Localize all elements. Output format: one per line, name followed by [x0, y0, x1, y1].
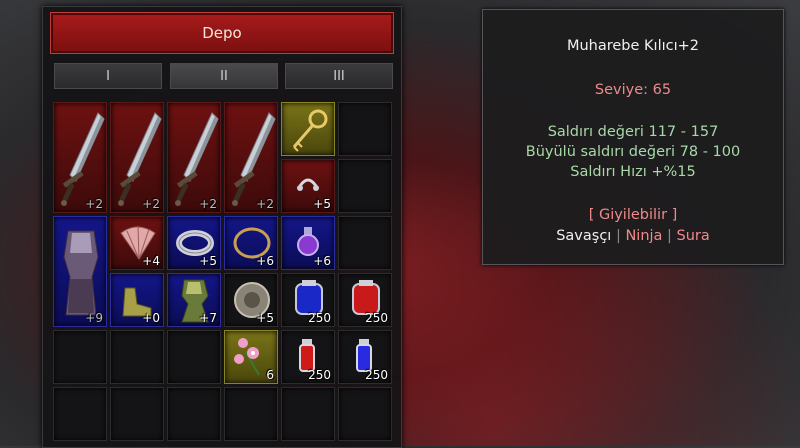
item-potion[interactable]: +6 [281, 216, 335, 270]
item-qty: 6 [266, 368, 274, 382]
item-qty: +2 [256, 197, 274, 211]
empty-slot[interactable] [338, 216, 392, 270]
key-icon [292, 109, 328, 152]
separator: | [667, 228, 672, 244]
item-potion[interactable]: 250 [281, 330, 335, 384]
item-shoes[interactable]: +0 [110, 273, 164, 327]
tooltip-level: Seviye: 65 [594, 82, 672, 98]
item-key[interactable] [281, 102, 335, 156]
item-qty: 250 [308, 368, 331, 382]
item-sword[interactable]: +2 [53, 102, 107, 213]
item-bracelet[interactable]: +5 [167, 216, 221, 270]
empty-slot[interactable] [224, 387, 278, 441]
item-sword[interactable]: +2 [110, 102, 164, 213]
tooltip-classes: Savaşçı | Ninja | Sura [483, 228, 783, 244]
class-sura: Sura [676, 228, 710, 244]
storage-title-bar[interactable]: Depo [50, 12, 394, 54]
item-qty: +5 [313, 197, 331, 211]
item-tooltip: Muharebe Kılıcı+2 Seviye: 65 Saldırı değ… [482, 9, 784, 265]
separator: | [615, 228, 621, 244]
empty-slot[interactable] [53, 330, 107, 384]
item-qty: +7 [199, 311, 217, 325]
tab-2[interactable]: II [170, 63, 278, 89]
storage-title: Depo [202, 24, 242, 42]
tooltip-speed: Saldırı Hızı +%15 [570, 164, 696, 180]
tooltip-item-name: Muharebe Kılıcı+2 [566, 38, 700, 54]
item-qty: 250 [365, 311, 388, 325]
empty-slot[interactable] [338, 102, 392, 156]
empty-slot[interactable] [53, 387, 107, 441]
storage-tabs: I II III [54, 63, 394, 89]
item-armor[interactable]: +9 [53, 216, 107, 327]
tooltip-magic-attack: Büyülü saldırı değeri 78 - 100 [525, 144, 741, 160]
empty-slot[interactable] [167, 387, 221, 441]
item-qty: +5 [256, 311, 274, 325]
empty-slot[interactable] [338, 387, 392, 441]
item-potion[interactable]: 250 [338, 273, 392, 327]
item-qty: +2 [85, 197, 103, 211]
item-qty: +0 [142, 311, 160, 325]
empty-slot[interactable] [110, 387, 164, 441]
empty-slot[interactable] [281, 387, 335, 441]
empty-slot[interactable] [338, 159, 392, 213]
empty-slot[interactable] [167, 330, 221, 384]
item-qty: +9 [85, 311, 103, 325]
item-qty: +2 [199, 197, 217, 211]
item-necklace[interactable]: +6 [224, 216, 278, 270]
item-armor-green[interactable]: +7 [167, 273, 221, 327]
tab-1[interactable]: I [54, 63, 162, 89]
item-sword[interactable]: +2 [224, 102, 278, 213]
item-qty: +6 [313, 254, 331, 268]
item-potion[interactable]: 250 [281, 273, 335, 327]
item-potion[interactable]: 250 [338, 330, 392, 384]
tab-3[interactable]: III [285, 63, 393, 89]
item-fan[interactable]: +4 [110, 216, 164, 270]
class-warrior: Savaşçı [556, 228, 612, 244]
item-qty: 250 [308, 311, 331, 325]
item-qty: 250 [365, 368, 388, 382]
item-flower[interactable]: 6 [224, 330, 278, 384]
item-sword[interactable]: +2 [167, 102, 221, 213]
tooltip-wearable: [ Giyilebilir ] [588, 207, 678, 223]
item-qty: +2 [142, 197, 160, 211]
item-qty: +6 [256, 254, 274, 268]
class-ninja: Ninja [625, 228, 663, 244]
item-shield[interactable]: +5 [224, 273, 278, 327]
empty-slot[interactable] [110, 330, 164, 384]
item-qty: +4 [142, 254, 160, 268]
item-qty: +5 [199, 254, 217, 268]
item-earring[interactable]: +5 [281, 159, 335, 213]
tooltip-attack: Saldırı değeri 117 - 157 [547, 124, 719, 140]
